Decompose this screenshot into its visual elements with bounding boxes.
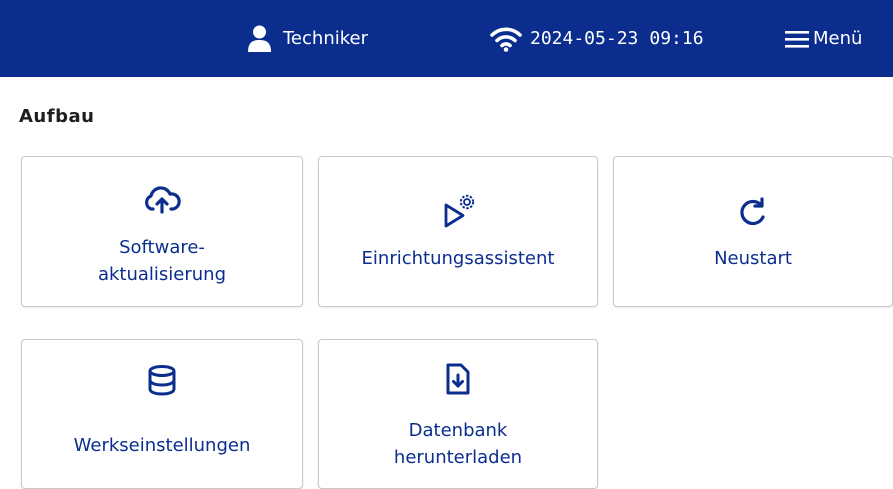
tile-label: Neustart [714,248,792,269]
current-time: 09:16 [649,28,704,49]
setup-wizard-tile[interactable]: Einrichtungsassistent [318,156,598,307]
tile-label: Datenbank herunterladen [393,420,523,468]
file-download-icon [446,363,470,395]
user-indicator[interactable]: Techniker [247,0,368,77]
hamburger-menu-icon [785,30,809,48]
factory-reset-tile[interactable]: Werkseinstellungen [21,339,303,489]
database-download-tile[interactable]: Datenbank herunterladen [318,339,598,489]
tile-label: Werkseinstellungen [73,435,251,456]
play-gear-icon [444,194,475,228]
software-update-tile[interactable]: Software- aktualisierung [21,156,303,307]
wifi-icon [490,27,522,52]
refresh-icon [740,197,765,226]
current-date: 2024-05-23 [530,28,639,49]
user-name: Techniker [283,28,368,49]
menu-label: Menü [813,28,863,49]
database-icon [148,365,176,396]
tile-label: Einrichtungsassistent [361,248,555,269]
top-bar: Techniker 2024-05-23 09:16 Menü [0,0,893,77]
tile-label: Software- aktualisierung [97,237,227,285]
status-indicator: 2024-05-23 09:16 [490,0,704,77]
section-title: Aufbau [19,106,95,127]
restart-tile[interactable]: Neustart [613,156,893,307]
current-datetime: 2024-05-23 09:16 [530,28,704,49]
menu-button[interactable]: Menü [784,0,862,77]
user-icon [248,25,271,52]
cloud-upload-icon [145,186,181,214]
